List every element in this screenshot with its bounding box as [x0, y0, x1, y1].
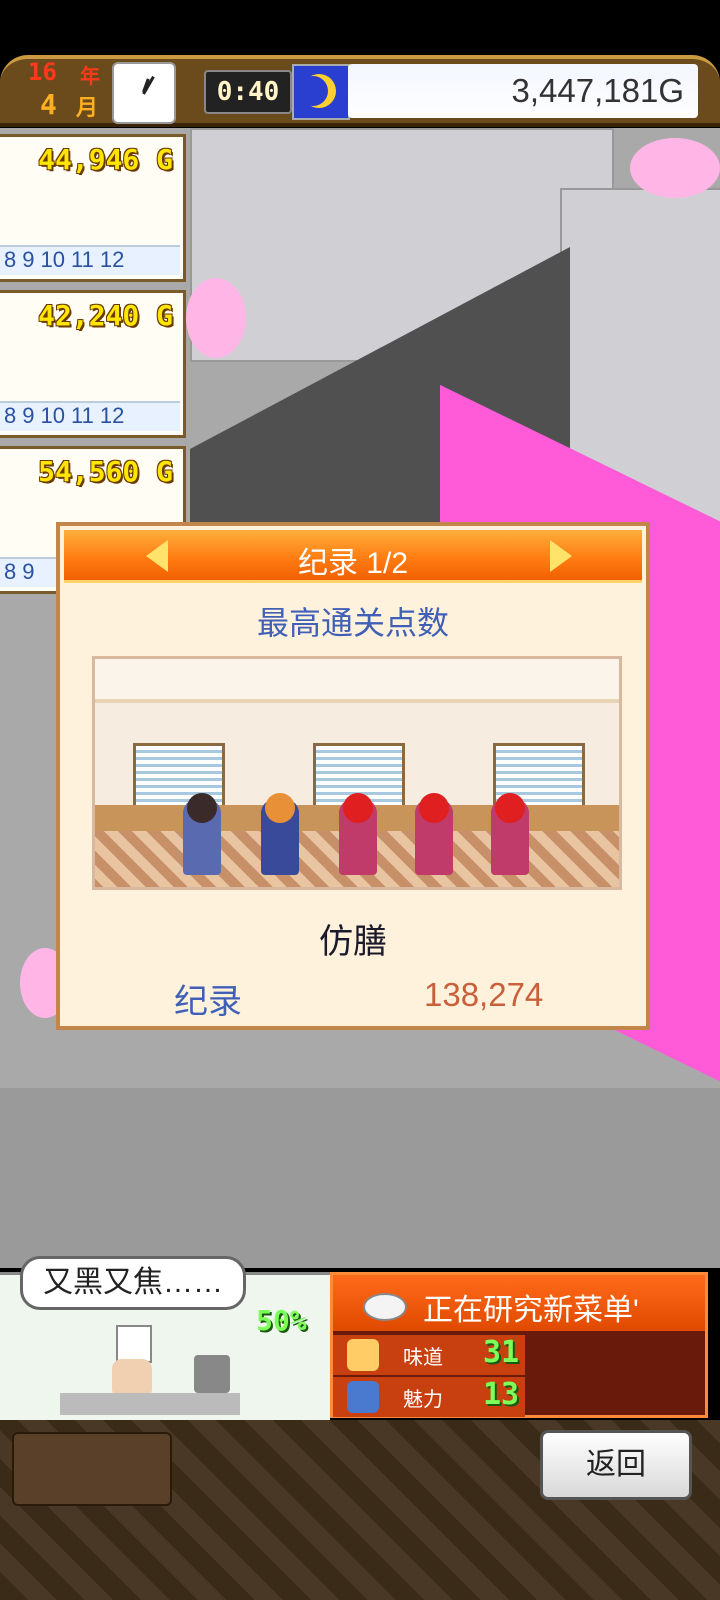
stat-value: 31 — [483, 1335, 520, 1370]
dialog-header: 纪录 1/2 — [64, 530, 642, 583]
speech-bubble: 又黑又焦…… — [20, 1256, 246, 1310]
sales-amount: 42,240 G — [38, 299, 173, 332]
stat-label: 魅力 — [403, 1389, 443, 1411]
staff-character — [183, 793, 221, 875]
moon-icon — [292, 64, 350, 120]
clock-icon — [112, 62, 176, 124]
stat-row-charm: 魅力 13 — [333, 1377, 525, 1417]
month-label: 8 — [4, 403, 17, 428]
staff-character — [339, 793, 377, 875]
cherry-tree — [630, 138, 720, 198]
dialog-subtitle: 最高通关点数 — [256, 605, 449, 641]
next-arrow-icon[interactable] — [550, 540, 572, 572]
back-button[interactable]: 返回 — [540, 1430, 692, 1500]
sales-panel[interactable]: 44,946 G 8 9 10 11 12 — [0, 134, 186, 282]
stat-label: 味道 — [403, 1347, 443, 1369]
month-number: 4 — [40, 88, 57, 121]
year-number: 16 — [28, 58, 57, 86]
month-unit: 月 — [76, 96, 99, 121]
month-row: 8 9 10 11 12 — [0, 245, 180, 275]
month-label: 9 — [22, 247, 35, 272]
year-unit: 年 — [80, 64, 100, 88]
month-label: 8 — [4, 247, 17, 272]
sales-panel[interactable]: 42,240 G 8 9 10 11 12 — [0, 290, 186, 438]
street — [0, 1088, 720, 1268]
taste-icon — [347, 1339, 379, 1371]
research-panel: 正在研究新菜单' 味道 31 魅力 13 — [330, 1272, 708, 1418]
record-value: 138,274 — [424, 976, 544, 1013]
month-label: 8 — [4, 559, 17, 584]
sales-amount: 44,946 G — [38, 143, 173, 176]
footer-slot[interactable] — [12, 1432, 172, 1506]
record-dialog: 纪录 1/2 最高通关点数 仿膳 纪录 138,274 — [56, 522, 650, 1030]
dish-icon — [363, 1293, 407, 1321]
money-display: 3,447,181G — [348, 64, 698, 118]
month-label: 9 — [22, 559, 35, 584]
research-title: 正在研究新菜单' — [423, 1294, 639, 1327]
month-label: 10 — [40, 403, 65, 428]
staff-character — [415, 793, 453, 875]
staff-character — [491, 793, 529, 875]
sales-amount: 54,560 G — [38, 455, 173, 488]
chef-hat — [116, 1325, 152, 1363]
restaurant-name: 仿膳 — [319, 923, 387, 961]
month-label: 10 — [40, 247, 65, 272]
charm-icon — [347, 1381, 379, 1413]
record-label: 纪录 — [174, 983, 242, 1021]
month-label: 9 — [22, 403, 35, 428]
month-label: 11 — [70, 247, 94, 272]
month-label: 12 — [99, 403, 125, 428]
month-row: 8 9 10 11 12 — [0, 401, 180, 431]
research-header: 正在研究新菜单' — [333, 1275, 705, 1331]
money-amount: 3,447,181G — [511, 72, 684, 109]
staff-character — [261, 793, 299, 875]
month-label: 12 — [99, 247, 125, 272]
pot-icon — [194, 1355, 230, 1393]
restaurant-scene-image — [92, 656, 622, 890]
stat-row-taste: 味道 31 — [333, 1335, 525, 1375]
cherry-tree — [186, 278, 246, 358]
previous-arrow-icon[interactable] — [146, 540, 168, 572]
stat-value: 13 — [483, 1377, 520, 1412]
stove — [60, 1393, 240, 1415]
game-time: 0:40 — [204, 70, 292, 114]
month-label: 11 — [70, 403, 94, 428]
research-progress: 50% — [256, 1304, 307, 1337]
